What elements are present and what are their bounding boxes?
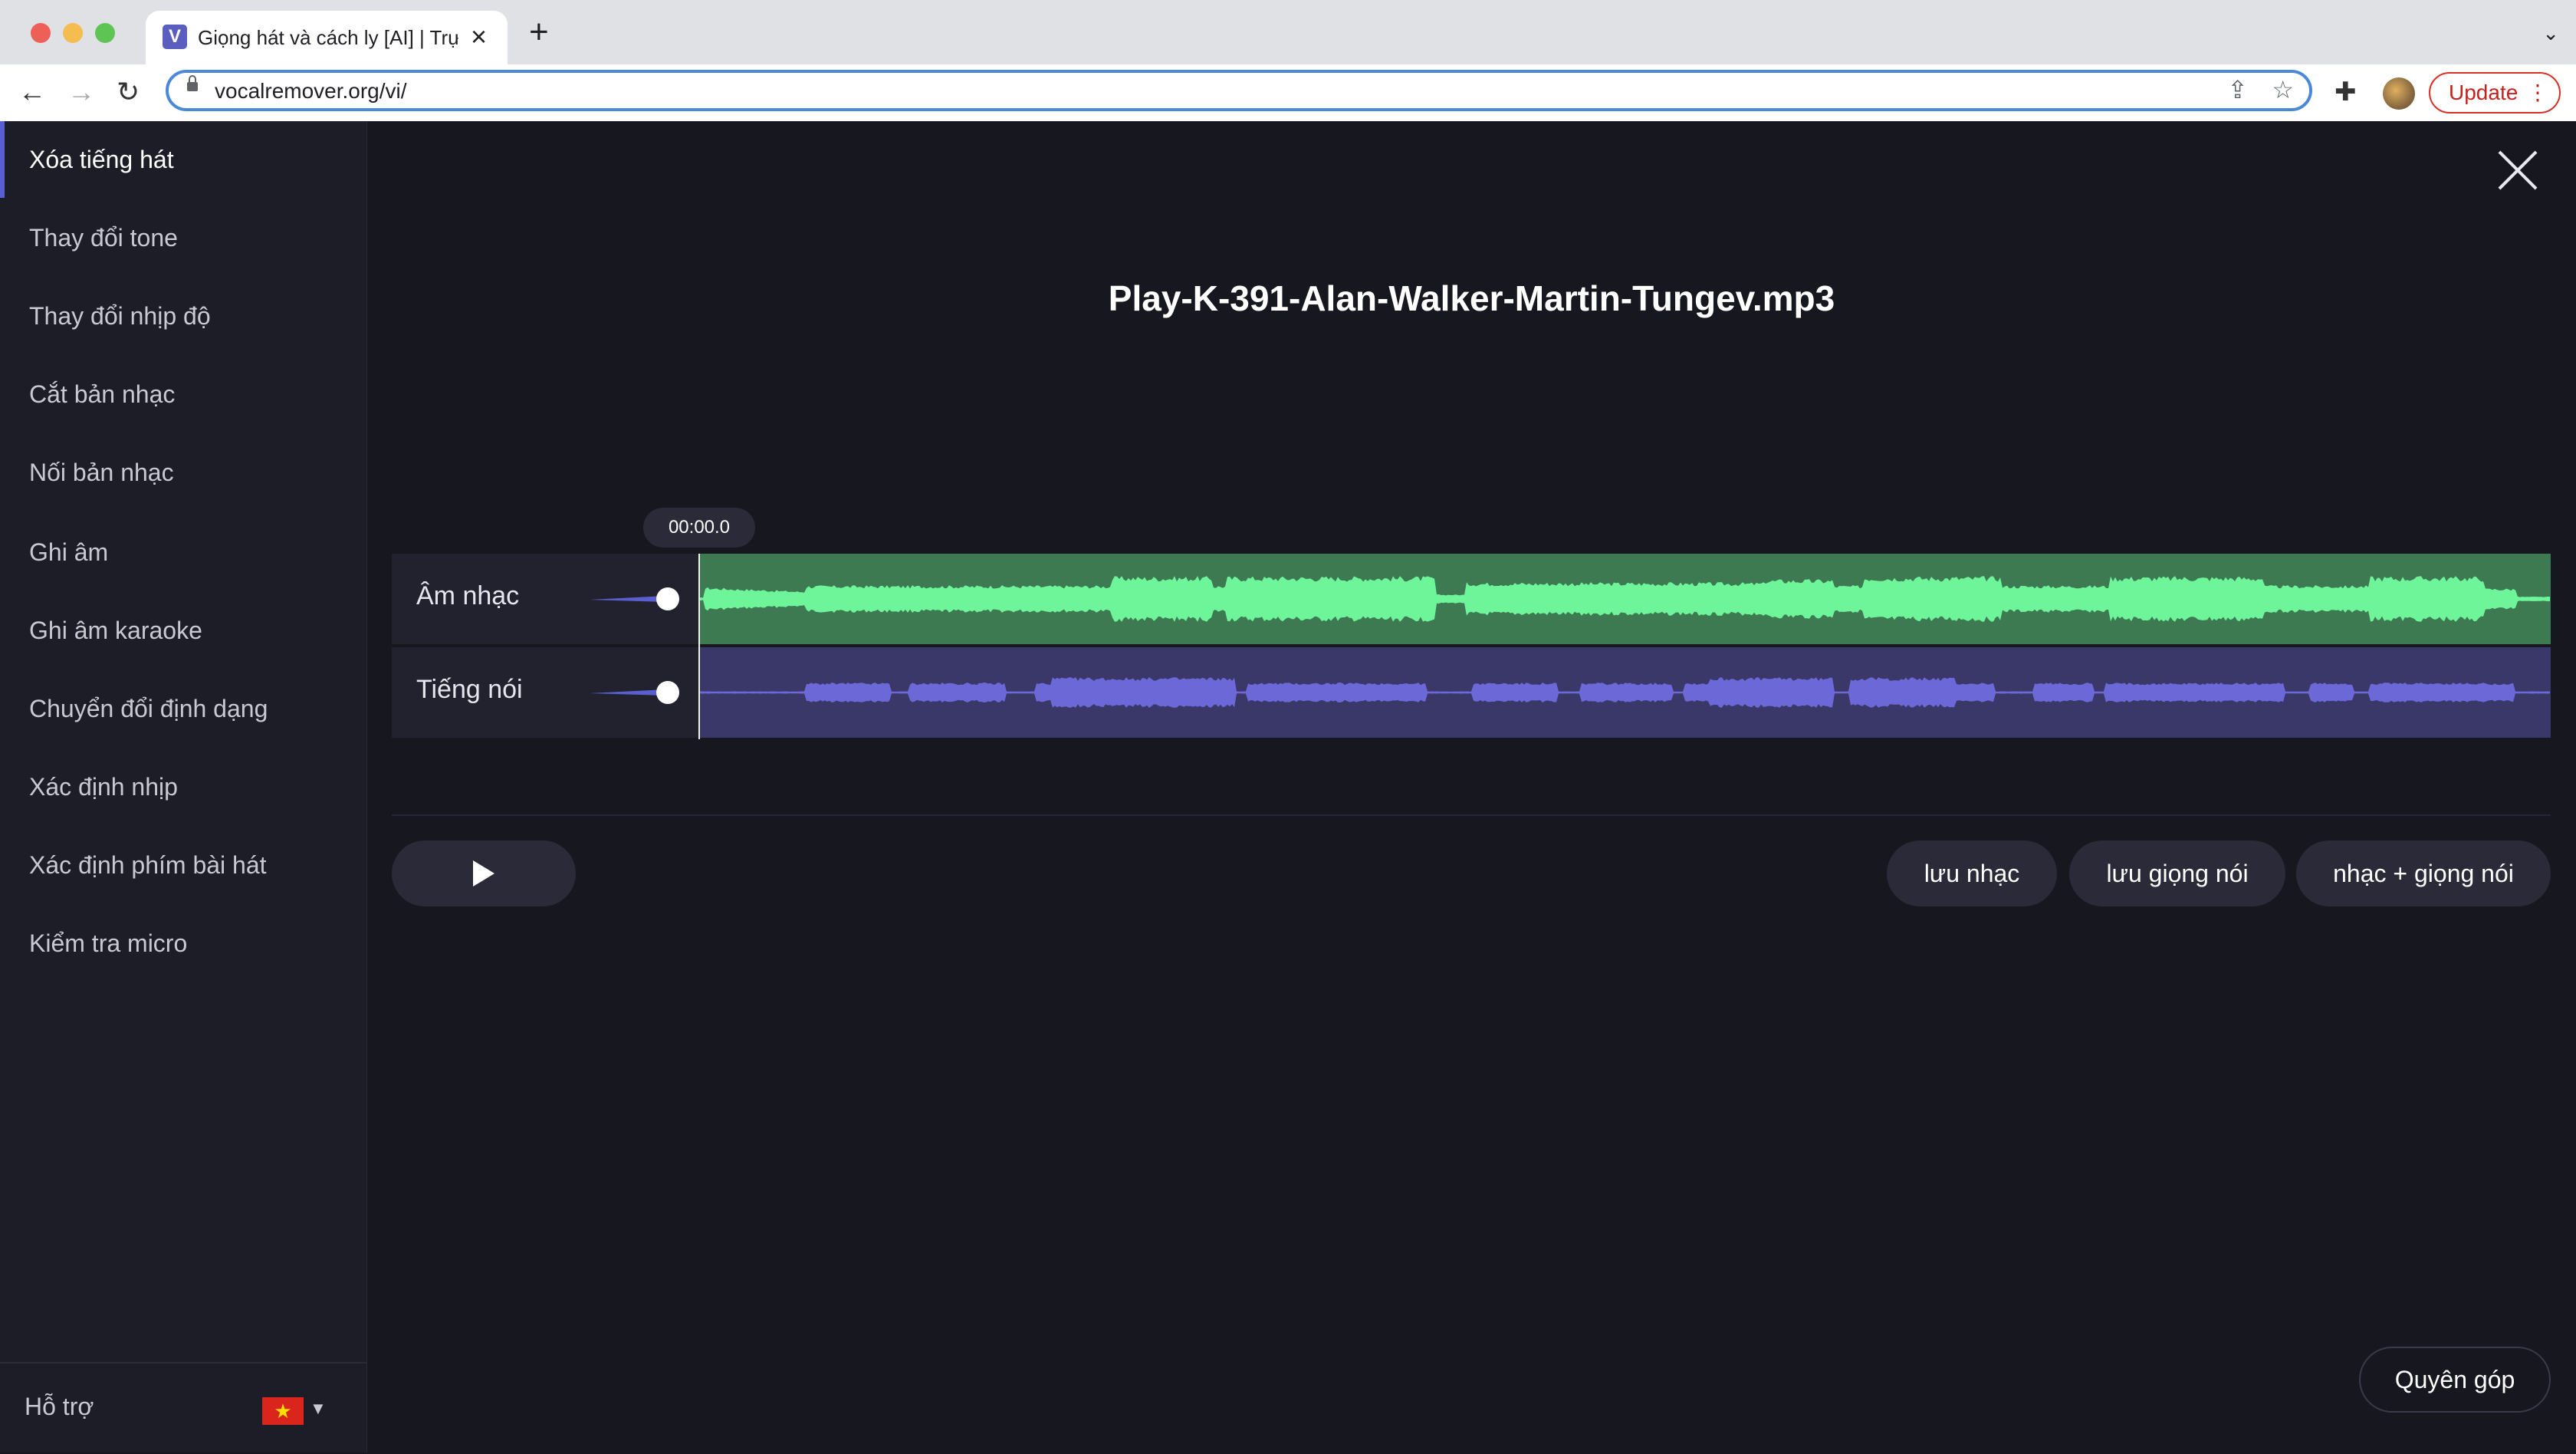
save-music-button[interactable]: lưu nhạc <box>1887 840 2057 906</box>
sidebar-item-cut-audio[interactable]: Cắt bản nhạc <box>0 356 366 433</box>
save-vocal-button[interactable]: lưu giọng nói <box>2069 840 2285 906</box>
vocal-waveform[interactable] <box>698 647 2551 738</box>
save-music-plus-vocal-button[interactable]: nhạc + giọng nói <box>2296 840 2551 906</box>
donate-button[interactable]: Quyên góp <box>2359 1347 2551 1413</box>
music-volume-handle[interactable] <box>656 587 679 610</box>
sidebar: Xóa tiếng hát Thay đổi tone Thay đổi nhị… <box>0 121 367 1452</box>
music-track-header: Âm nhạc <box>392 554 698 644</box>
site-favicon-icon: V <box>163 25 187 49</box>
vietnam-flag-icon[interactable]: ★ <box>262 1397 304 1425</box>
vocal-track: Tiếng nói <box>392 647 2551 738</box>
caret-down-icon[interactable]: ▼ <box>310 1399 327 1419</box>
update-label: Update <box>2449 81 2518 104</box>
kebab-menu-icon[interactable]: ⋮ <box>2527 74 2548 112</box>
support-link[interactable]: Hỗ trợ <box>25 1393 94 1421</box>
update-button[interactable]: Update ⋮ <box>2429 72 2561 113</box>
address-bar[interactable]: vocalremover.org/vi/ ⇪ ☆ <box>166 70 2312 111</box>
profile-avatar[interactable] <box>2383 77 2415 110</box>
sidebar-item-converter[interactable]: Chuyển đổi định dạng <box>0 670 366 747</box>
back-arrow-icon[interactable]: ← <box>18 77 46 107</box>
divider <box>392 814 2551 816</box>
share-icon[interactable]: ⇪ <box>2227 76 2248 104</box>
lock-icon[interactable] <box>187 75 198 91</box>
window-minimize-button[interactable] <box>63 23 83 43</box>
sidebar-item-bpm-finder[interactable]: Xác định nhịp <box>0 748 366 825</box>
vocal-volume-slider[interactable] <box>590 679 682 706</box>
reload-icon[interactable]: ↻ <box>117 77 140 107</box>
music-track-label: Âm nhạc <box>416 581 520 610</box>
vocal-track-label: Tiếng nói <box>416 675 523 704</box>
window-close-button[interactable] <box>31 23 51 43</box>
time-indicator: 00:00.0 <box>643 508 755 548</box>
new-tab-icon[interactable]: + <box>529 15 549 49</box>
bookmark-star-icon[interactable]: ☆ <box>2272 76 2294 104</box>
sidebar-item-change-pitch[interactable]: Thay đổi tone <box>0 199 366 276</box>
main-panel: Play-K-391-Alan-Walker-Martin-Tungev.mp3… <box>367 121 2576 1452</box>
browser-toolbar: ← → ↻ vocalremover.org/vi/ ⇪ ☆ ✚ Update … <box>0 64 2576 123</box>
playhead[interactable] <box>698 554 700 739</box>
sidebar-item-mic-test[interactable]: Kiểm tra micro <box>0 905 366 982</box>
forward-arrow-icon[interactable]: → <box>67 77 95 107</box>
sidebar-item-remove-vocals[interactable]: Xóa tiếng hát <box>0 121 366 198</box>
play-button[interactable] <box>392 840 576 906</box>
window-zoom-button[interactable] <box>95 23 115 43</box>
play-icon <box>473 860 495 887</box>
vocal-volume-handle[interactable] <box>656 681 679 704</box>
tab-close-icon[interactable]: × <box>471 21 487 52</box>
browser-tab-strip: V Giọng hát và cách ly [AI] | Trực × + ⌄ <box>0 0 2576 64</box>
sidebar-item-key-finder[interactable]: Xác định phím bài hát <box>0 827 366 903</box>
close-icon[interactable] <box>2496 149 2539 192</box>
music-track: Âm nhạc <box>392 554 2551 644</box>
extensions-puzzle-icon[interactable]: ✚ <box>2334 77 2357 107</box>
vocal-waveform-svg <box>698 677 2550 708</box>
sidebar-item-change-tempo[interactable]: Thay đổi nhịp độ <box>0 278 366 354</box>
url-text[interactable]: vocalremover.org/vi/ <box>215 79 407 104</box>
music-volume-slider[interactable] <box>590 586 682 612</box>
tab-title: Giọng hát và cách ly [AI] | Trực <box>198 26 458 49</box>
vocal-track-header: Tiếng nói <box>392 647 698 738</box>
sidebar-item-join-audio[interactable]: Nối bản nhạc <box>0 434 366 511</box>
vocal-waveform-shape <box>698 677 2550 708</box>
music-waveform-shape <box>698 576 2550 622</box>
sidebar-footer: Hỗ trợ ★ ▼ <box>0 1362 366 1454</box>
sidebar-item-recorder[interactable]: Ghi âm <box>0 514 366 590</box>
browser-tab[interactable]: V Giọng hát và cách ly [AI] | Trực × <box>146 11 508 64</box>
file-title: Play-K-391-Alan-Walker-Martin-Tungev.mp3 <box>1108 278 1835 318</box>
sidebar-item-karaoke-recorder[interactable]: Ghi âm karaoke <box>0 592 366 669</box>
music-waveform[interactable] <box>698 554 2551 644</box>
music-waveform-svg <box>698 576 2550 622</box>
tab-search-chevron-icon[interactable]: ⌄ <box>2542 21 2559 45</box>
